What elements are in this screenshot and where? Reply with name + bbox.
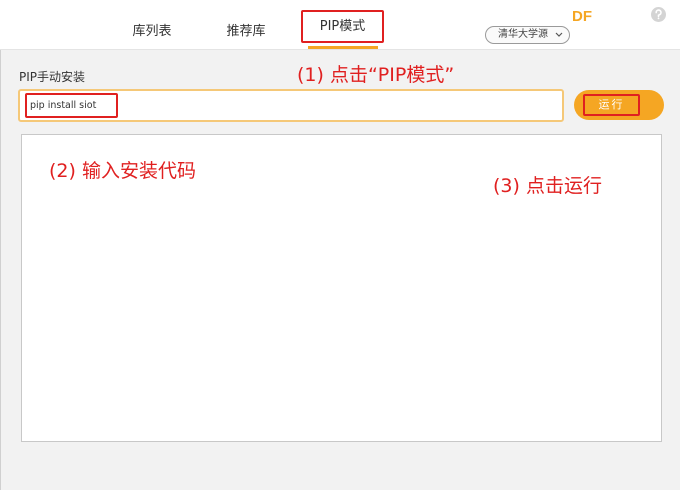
app-window: 库列表 推荐库 PIP模式 清华大学源 DF PIP手动安装 (1) 点击“PI… <box>0 0 680 490</box>
chevron-down-icon <box>555 27 563 43</box>
tab-recommended[interactable]: 推荐库 <box>225 20 267 39</box>
run-button[interactable]: 运行 <box>574 90 664 120</box>
pip-command-field[interactable] <box>18 89 564 122</box>
annotation-step-1: (1) 点击“PIP模式” <box>297 64 455 86</box>
help-icon[interactable] <box>651 7 666 22</box>
annotation-step-2: (2) 输入安装代码 <box>49 160 196 182</box>
brand-logo: DF <box>572 8 592 25</box>
pip-section-label: PIP手动安装 <box>19 70 86 84</box>
active-tab-indicator <box>308 46 378 49</box>
mirror-source-select[interactable]: 清华大学源 <box>485 26 570 44</box>
run-button-label: 运行 <box>583 94 640 116</box>
pip-command-input[interactable] <box>25 93 118 118</box>
tab-bar: 库列表 推荐库 PIP模式 清华大学源 DF <box>0 0 680 50</box>
tab-pip-mode[interactable]: PIP模式 <box>301 10 384 43</box>
mirror-select-value: 清华大学源 <box>498 29 548 40</box>
annotation-step-3: (3) 点击运行 <box>493 175 602 197</box>
window-left-border <box>0 50 1 490</box>
tab-library-list[interactable]: 库列表 <box>128 20 176 39</box>
